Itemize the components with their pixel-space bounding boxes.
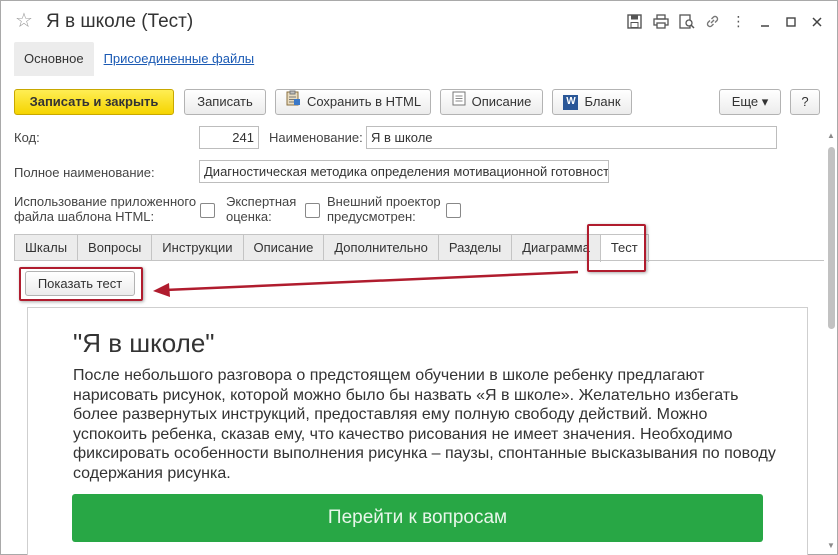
minimize-icon[interactable]	[756, 13, 773, 30]
favorite-star-icon[interactable]: ☆	[15, 10, 33, 32]
annotation-box-test-tab	[587, 224, 646, 272]
help-button[interactable]: ?	[790, 89, 820, 115]
expert-checkbox[interactable]	[305, 203, 320, 218]
tab-attached-files[interactable]: Присоединенные файлы	[94, 42, 265, 76]
expert-label-line2: оценка:	[226, 209, 272, 224]
code-field[interactable]: 241	[199, 126, 259, 149]
name-label: Наименование:	[269, 130, 363, 145]
command-bar: Записать и закрыть Записать Сохранить в …	[14, 89, 824, 115]
form-window: ☆ Я в школе (Тест) ⋮ Основное Присоедине…	[0, 0, 838, 555]
title-bar: ☆ Я в школе (Тест) ⋮	[1, 1, 837, 43]
projector-label-line2: предусмотрен:	[327, 209, 416, 224]
save-label: Записать	[197, 94, 253, 109]
tabs-divider	[14, 260, 824, 261]
more-button[interactable]: Еще ▾	[719, 89, 781, 115]
projector-checkbox[interactable]	[446, 203, 461, 218]
tab-questions[interactable]: Вопросы	[77, 234, 153, 261]
html-template-label: Использование приложенного файла шаблона…	[14, 194, 196, 224]
description-button[interactable]: Описание	[440, 89, 543, 115]
blank-label: Бланк	[584, 94, 621, 109]
help-label: ?	[801, 94, 809, 109]
annotation-arrow	[153, 270, 579, 297]
tab-scales[interactable]: Шкалы	[14, 234, 79, 261]
title-bar-actions: ⋮	[626, 13, 825, 30]
expert-label-line1: Экспертная	[226, 194, 297, 209]
window-title: Я в школе (Тест)	[46, 11, 194, 32]
test-instructions-text: После небольшого разговора о предстоящем…	[73, 367, 776, 482]
tab-description[interactable]: Описание	[242, 234, 325, 261]
html-template-checkbox[interactable]	[200, 203, 215, 218]
more-label: Еще ▾	[731, 94, 769, 109]
html-template-label-line1: Использование приложенного	[14, 194, 197, 209]
projector-label-line1: Внешний проектор	[327, 194, 441, 209]
name-field[interactable]: Я в школе	[366, 126, 777, 149]
tab-instructions[interactable]: Инструкции	[151, 234, 244, 261]
save-and-close-label: Записать и закрыть	[29, 94, 159, 109]
word-icon: W	[563, 94, 579, 110]
save-button[interactable]: Записать	[184, 89, 266, 115]
scrollbar-thumb[interactable]	[828, 147, 835, 329]
code-label: Код:	[14, 130, 40, 145]
html-template-label-line2: файла шаблона HTML:	[14, 209, 155, 224]
close-icon[interactable]	[808, 13, 825, 30]
full-name-label: Полное наименование:	[14, 165, 155, 180]
blank-button[interactable]: W Бланк	[552, 89, 632, 115]
save-html-label: Сохранить в HTML	[306, 94, 422, 109]
go-to-questions-button[interactable]: Перейти к вопросам	[72, 494, 763, 542]
maximize-icon[interactable]	[782, 13, 799, 30]
clipboard-icon	[285, 90, 301, 114]
expert-label: Экспертная оценка:	[226, 194, 296, 224]
save-icon[interactable]	[626, 13, 643, 30]
scroll-up-icon[interactable]: ▲	[827, 131, 835, 140]
tab-additional[interactable]: Дополнительно	[323, 234, 439, 261]
preview-icon[interactable]	[678, 13, 695, 30]
save-and-close-button[interactable]: Записать и закрыть	[14, 89, 174, 115]
section-tabs: Основное Присоединенные файлы	[14, 42, 264, 76]
tab-sections[interactable]: Разделы	[437, 234, 513, 261]
description-label: Описание	[471, 94, 532, 109]
save-html-button[interactable]: Сохранить в HTML	[275, 89, 431, 115]
page-tabs: Шкалы Вопросы Инструкции Описание Дополн…	[14, 234, 649, 262]
link-icon[interactable]	[704, 13, 721, 30]
projector-label: Внешний проектор предусмотрен:	[327, 194, 441, 224]
more-dots-icon[interactable]: ⋮	[730, 13, 747, 30]
annotation-box-show-test	[19, 267, 143, 301]
tab-main[interactable]: Основное	[14, 42, 94, 76]
scroll-down-icon[interactable]: ▼	[827, 541, 835, 550]
test-preview-panel: "Я в школе" После небольшого разговора о…	[27, 307, 808, 555]
test-heading: "Я в школе"	[73, 328, 215, 358]
full-name-field[interactable]: Диагностическая методика определения мот…	[199, 160, 609, 183]
print-icon[interactable]	[652, 13, 669, 30]
document-icon	[452, 90, 466, 114]
